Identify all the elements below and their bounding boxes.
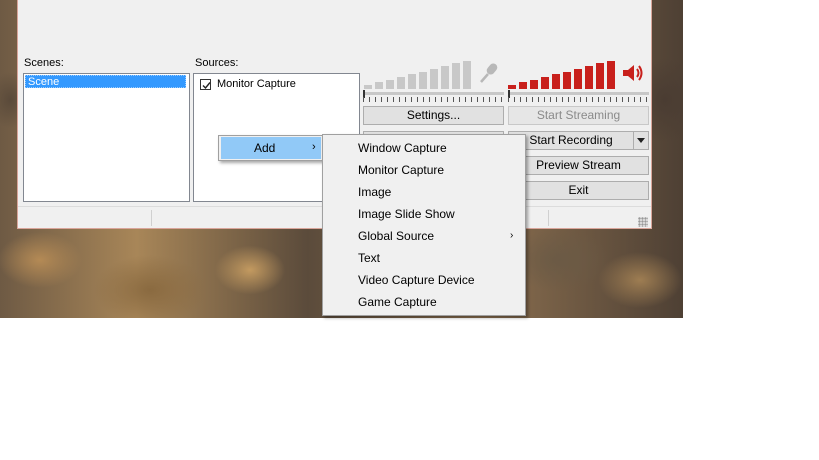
menu-item-label: Image Slide Show bbox=[358, 207, 455, 221]
menu-item-global-source[interactable]: Global Source › bbox=[325, 225, 523, 247]
meter-bar bbox=[563, 71, 571, 89]
menu-item-game-capture[interactable]: Game Capture bbox=[325, 291, 523, 313]
sources-label: Sources: bbox=[195, 57, 239, 69]
scenes-label: Scenes: bbox=[24, 57, 64, 69]
add-submenu: Window Capture Monitor Capture Image Ima… bbox=[322, 134, 526, 316]
scenes-list[interactable]: Scene bbox=[23, 73, 190, 202]
meter-bar bbox=[408, 74, 416, 89]
meter-bar bbox=[519, 82, 527, 89]
source-item-label: Monitor Capture bbox=[217, 78, 296, 90]
chevron-right-icon: › bbox=[312, 141, 316, 153]
start-recording-button[interactable]: Start Recording bbox=[508, 131, 634, 150]
preview-stream-button[interactable]: Preview Stream bbox=[508, 156, 649, 175]
desktop-volume-slider[interactable] bbox=[508, 90, 649, 102]
sources-context-menu: Add › bbox=[218, 135, 324, 161]
checkmark-icon bbox=[202, 82, 211, 90]
menu-item-monitor-capture[interactable]: Monitor Capture bbox=[325, 159, 523, 181]
meter-bar bbox=[541, 76, 549, 89]
source-enabled-checkbox[interactable] bbox=[200, 79, 211, 90]
meter-bar bbox=[552, 74, 560, 89]
meter-bar bbox=[585, 66, 593, 89]
recording-dropdown-button[interactable] bbox=[633, 131, 649, 150]
menu-item-window-capture[interactable]: Window Capture bbox=[325, 137, 523, 159]
menu-item-image-slide-show[interactable]: Image Slide Show bbox=[325, 203, 523, 225]
chevron-right-icon: › bbox=[510, 230, 514, 241]
meter-bar bbox=[386, 79, 394, 89]
meter-bar bbox=[463, 60, 471, 89]
mic-volume-meter bbox=[364, 59, 474, 89]
scene-item[interactable]: Scene bbox=[25, 75, 186, 88]
meter-bar bbox=[452, 63, 460, 89]
menu-item-label: Monitor Capture bbox=[358, 163, 445, 177]
menu-item-label: Window Capture bbox=[358, 141, 447, 155]
exit-button[interactable]: Exit bbox=[508, 181, 649, 200]
meter-bar bbox=[574, 68, 582, 89]
menu-item-label: Game Capture bbox=[358, 295, 437, 309]
microphone-icon[interactable] bbox=[477, 61, 501, 88]
menu-item-text[interactable]: Text bbox=[325, 247, 523, 269]
mic-volume-slider[interactable] bbox=[363, 90, 504, 102]
meter-bar bbox=[364, 85, 372, 89]
triangle-down-icon bbox=[637, 138, 645, 143]
meter-bar bbox=[430, 68, 438, 89]
source-item[interactable]: Monitor Capture bbox=[194, 76, 354, 92]
meter-bar bbox=[596, 63, 604, 89]
menu-item-image[interactable]: Image bbox=[325, 181, 523, 203]
menu-item-label: Video Capture Device bbox=[358, 273, 475, 287]
add-menu-label: Add bbox=[254, 141, 276, 155]
start-streaming-button[interactable]: Start Streaming bbox=[508, 106, 649, 125]
meter-bar bbox=[530, 79, 538, 89]
meter-bar bbox=[508, 85, 516, 89]
meter-bar bbox=[397, 76, 405, 89]
speaker-icon[interactable] bbox=[621, 61, 645, 88]
settings-button[interactable]: Settings... bbox=[363, 106, 504, 125]
add-menu-item[interactable]: Add › bbox=[221, 137, 321, 159]
meter-bar bbox=[607, 60, 615, 89]
menu-item-label: Global Source bbox=[358, 229, 435, 243]
menu-item-label: Text bbox=[358, 251, 381, 265]
menu-item-video-capture-device[interactable]: Video Capture Device bbox=[325, 269, 523, 291]
resize-grip-icon[interactable] bbox=[638, 217, 648, 227]
menu-item-label: Image bbox=[358, 185, 392, 199]
desktop-volume-meter bbox=[508, 59, 618, 89]
meter-bar bbox=[441, 66, 449, 89]
meter-bar bbox=[375, 82, 383, 89]
meter-bar bbox=[419, 71, 427, 89]
